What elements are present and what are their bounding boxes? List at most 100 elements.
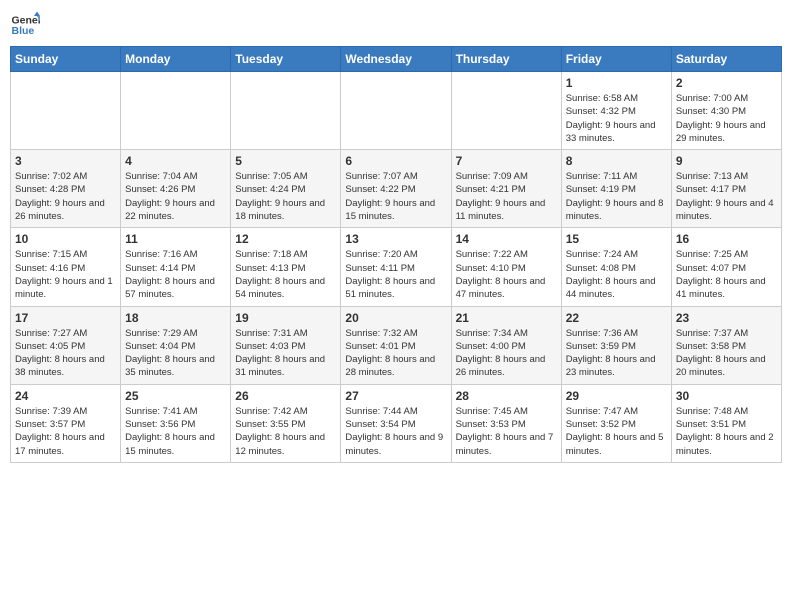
day-info: Sunrise: 7:44 AMSunset: 3:54 PMDaylight:… <box>345 405 446 458</box>
day-info: Sunrise: 7:07 AMSunset: 4:22 PMDaylight:… <box>345 170 446 223</box>
day-of-week-header: Wednesday <box>341 47 451 72</box>
calendar-day-cell <box>341 72 451 150</box>
calendar-day-cell: 2 Sunrise: 7:00 AMSunset: 4:30 PMDaylight… <box>671 72 781 150</box>
calendar-day-cell <box>121 72 231 150</box>
day-info: Sunrise: 7:20 AMSunset: 4:11 PMDaylight:… <box>345 248 446 301</box>
calendar-day-cell: 20 Sunrise: 7:32 AMSunset: 4:01 PMDayligh… <box>341 306 451 384</box>
calendar-day-cell: 6 Sunrise: 7:07 AMSunset: 4:22 PMDaylight… <box>341 150 451 228</box>
day-info: Sunrise: 7:45 AMSunset: 3:53 PMDaylight:… <box>456 405 557 458</box>
day-number: 6 <box>345 154 446 168</box>
day-number: 18 <box>125 311 226 325</box>
calendar-day-cell: 11 Sunrise: 7:16 AMSunset: 4:14 PMDayligh… <box>121 228 231 306</box>
day-info: Sunrise: 7:24 AMSunset: 4:08 PMDaylight:… <box>566 248 667 301</box>
day-number: 21 <box>456 311 557 325</box>
calendar-day-cell: 26 Sunrise: 7:42 AMSunset: 3:55 PMDayligh… <box>231 384 341 462</box>
calendar-day-cell: 4Sunrise: 7:04 AMSunset: 4:26 PMDaylight… <box>121 150 231 228</box>
day-info: Sunrise: 7:16 AMSunset: 4:14 PMDaylight:… <box>125 248 226 301</box>
calendar-table: SundayMondayTuesdayWednesdayThursdayFrid… <box>10 46 782 463</box>
calendar-day-cell: 7Sunrise: 7:09 AMSunset: 4:21 PMDaylight… <box>451 150 561 228</box>
calendar-day-cell: 17Sunrise: 7:27 AMSunset: 4:05 PMDayligh… <box>11 306 121 384</box>
day-info: Sunrise: 7:39 AMSunset: 3:57 PMDaylight:… <box>15 405 116 458</box>
day-of-week-header: Thursday <box>451 47 561 72</box>
day-info: Sunrise: 7:13 AMSunset: 4:17 PMDaylight:… <box>676 170 777 223</box>
calendar-day-cell: 18Sunrise: 7:29 AMSunset: 4:04 PMDayligh… <box>121 306 231 384</box>
calendar-day-cell: 5Sunrise: 7:05 AMSunset: 4:24 PMDaylight… <box>231 150 341 228</box>
day-info: Sunrise: 7:32 AMSunset: 4:01 PMDaylight:… <box>345 327 446 380</box>
calendar-day-cell: 1 Sunrise: 6:58 AMSunset: 4:32 PMDaylight… <box>561 72 671 150</box>
header: General Blue <box>10 10 782 40</box>
day-info: Sunrise: 7:27 AMSunset: 4:05 PMDaylight:… <box>15 327 116 380</box>
calendar-day-cell: 9 Sunrise: 7:13 AMSunset: 4:17 PMDaylight… <box>671 150 781 228</box>
calendar-week-row: 3 Sunrise: 7:02 AMSunset: 4:28 PMDaylight… <box>11 150 782 228</box>
day-number: 12 <box>235 232 336 246</box>
day-info: Sunrise: 7:02 AMSunset: 4:28 PMDaylight:… <box>15 170 116 223</box>
calendar-week-row: 10 Sunrise: 7:15 AMSunset: 4:16 PMDayligh… <box>11 228 782 306</box>
day-info: Sunrise: 6:58 AMSunset: 4:32 PMDaylight:… <box>566 92 667 145</box>
calendar-day-cell: 12 Sunrise: 7:18 AMSunset: 4:13 PMDayligh… <box>231 228 341 306</box>
day-info: Sunrise: 7:04 AMSunset: 4:26 PMDaylight:… <box>125 170 226 223</box>
calendar-day-cell: 23Sunrise: 7:37 AMSunset: 3:58 PMDayligh… <box>671 306 781 384</box>
calendar-day-cell: 25 Sunrise: 7:41 AMSunset: 3:56 PMDayligh… <box>121 384 231 462</box>
day-info: Sunrise: 7:41 AMSunset: 3:56 PMDaylight:… <box>125 405 226 458</box>
calendar-day-cell: 16 Sunrise: 7:25 AMSunset: 4:07 PMDayligh… <box>671 228 781 306</box>
day-number: 13 <box>345 232 446 246</box>
day-number: 11 <box>125 232 226 246</box>
day-info: Sunrise: 7:05 AMSunset: 4:24 PMDaylight:… <box>235 170 336 223</box>
logo: General Blue <box>10 10 40 40</box>
day-number: 19 <box>235 311 336 325</box>
day-info: Sunrise: 7:15 AMSunset: 4:16 PMDaylight:… <box>15 248 116 301</box>
calendar-day-cell: 28 Sunrise: 7:45 AMSunset: 3:53 PMDayligh… <box>451 384 561 462</box>
day-number: 27 <box>345 389 446 403</box>
day-info: Sunrise: 7:36 AMSunset: 3:59 PMDaylight:… <box>566 327 667 380</box>
day-number: 2 <box>676 76 777 90</box>
day-of-week-header: Monday <box>121 47 231 72</box>
calendar-week-row: 24 Sunrise: 7:39 AMSunset: 3:57 PMDayligh… <box>11 384 782 462</box>
calendar-week-row: 1 Sunrise: 6:58 AMSunset: 4:32 PMDaylight… <box>11 72 782 150</box>
day-info: Sunrise: 7:48 AMSunset: 3:51 PMDaylight:… <box>676 405 777 458</box>
day-of-week-header: Sunday <box>11 47 121 72</box>
day-of-week-header: Saturday <box>671 47 781 72</box>
calendar-day-cell: 14 Sunrise: 7:22 AMSunset: 4:10 PMDayligh… <box>451 228 561 306</box>
day-info: Sunrise: 7:34 AMSunset: 4:00 PMDaylight:… <box>456 327 557 380</box>
day-number: 1 <box>566 76 667 90</box>
calendar-header-row: SundayMondayTuesdayWednesdayThursdayFrid… <box>11 47 782 72</box>
calendar-day-cell: 27 Sunrise: 7:44 AMSunset: 3:54 PMDayligh… <box>341 384 451 462</box>
day-info: Sunrise: 7:25 AMSunset: 4:07 PMDaylight:… <box>676 248 777 301</box>
day-number: 9 <box>676 154 777 168</box>
day-number: 29 <box>566 389 667 403</box>
day-number: 16 <box>676 232 777 246</box>
day-number: 24 <box>15 389 116 403</box>
day-number: 10 <box>15 232 116 246</box>
day-info: Sunrise: 7:09 AMSunset: 4:21 PMDaylight:… <box>456 170 557 223</box>
day-number: 14 <box>456 232 557 246</box>
day-number: 22 <box>566 311 667 325</box>
day-number: 28 <box>456 389 557 403</box>
day-info: Sunrise: 7:22 AMSunset: 4:10 PMDaylight:… <box>456 248 557 301</box>
calendar-day-cell: 29 Sunrise: 7:47 AMSunset: 3:52 PMDayligh… <box>561 384 671 462</box>
day-number: 3 <box>15 154 116 168</box>
day-number: 23 <box>676 311 777 325</box>
calendar-day-cell: 19 Sunrise: 7:31 AMSunset: 4:03 PMDayligh… <box>231 306 341 384</box>
day-number: 26 <box>235 389 336 403</box>
calendar-day-cell: 21 Sunrise: 7:34 AMSunset: 4:00 PMDayligh… <box>451 306 561 384</box>
calendar-day-cell: 22 Sunrise: 7:36 AMSunset: 3:59 PMDayligh… <box>561 306 671 384</box>
day-of-week-header: Tuesday <box>231 47 341 72</box>
calendar-day-cell <box>11 72 121 150</box>
day-info: Sunrise: 7:42 AMSunset: 3:55 PMDaylight:… <box>235 405 336 458</box>
day-info: Sunrise: 7:31 AMSunset: 4:03 PMDaylight:… <box>235 327 336 380</box>
day-info: Sunrise: 7:18 AMSunset: 4:13 PMDaylight:… <box>235 248 336 301</box>
calendar-day-cell: 24 Sunrise: 7:39 AMSunset: 3:57 PMDayligh… <box>11 384 121 462</box>
calendar-day-cell: 10 Sunrise: 7:15 AMSunset: 4:16 PMDayligh… <box>11 228 121 306</box>
calendar-day-cell: 8Sunrise: 7:11 AMSunset: 4:19 PMDaylight… <box>561 150 671 228</box>
calendar-day-cell <box>451 72 561 150</box>
logo-icon: General Blue <box>10 10 40 40</box>
day-info: Sunrise: 7:00 AMSunset: 4:30 PMDaylight:… <box>676 92 777 145</box>
calendar-day-cell: 15Sunrise: 7:24 AMSunset: 4:08 PMDayligh… <box>561 228 671 306</box>
day-number: 20 <box>345 311 446 325</box>
svg-text:Blue: Blue <box>12 25 35 37</box>
day-of-week-header: Friday <box>561 47 671 72</box>
day-number: 8 <box>566 154 667 168</box>
calendar-day-cell <box>231 72 341 150</box>
day-info: Sunrise: 7:47 AMSunset: 3:52 PMDaylight:… <box>566 405 667 458</box>
day-number: 25 <box>125 389 226 403</box>
